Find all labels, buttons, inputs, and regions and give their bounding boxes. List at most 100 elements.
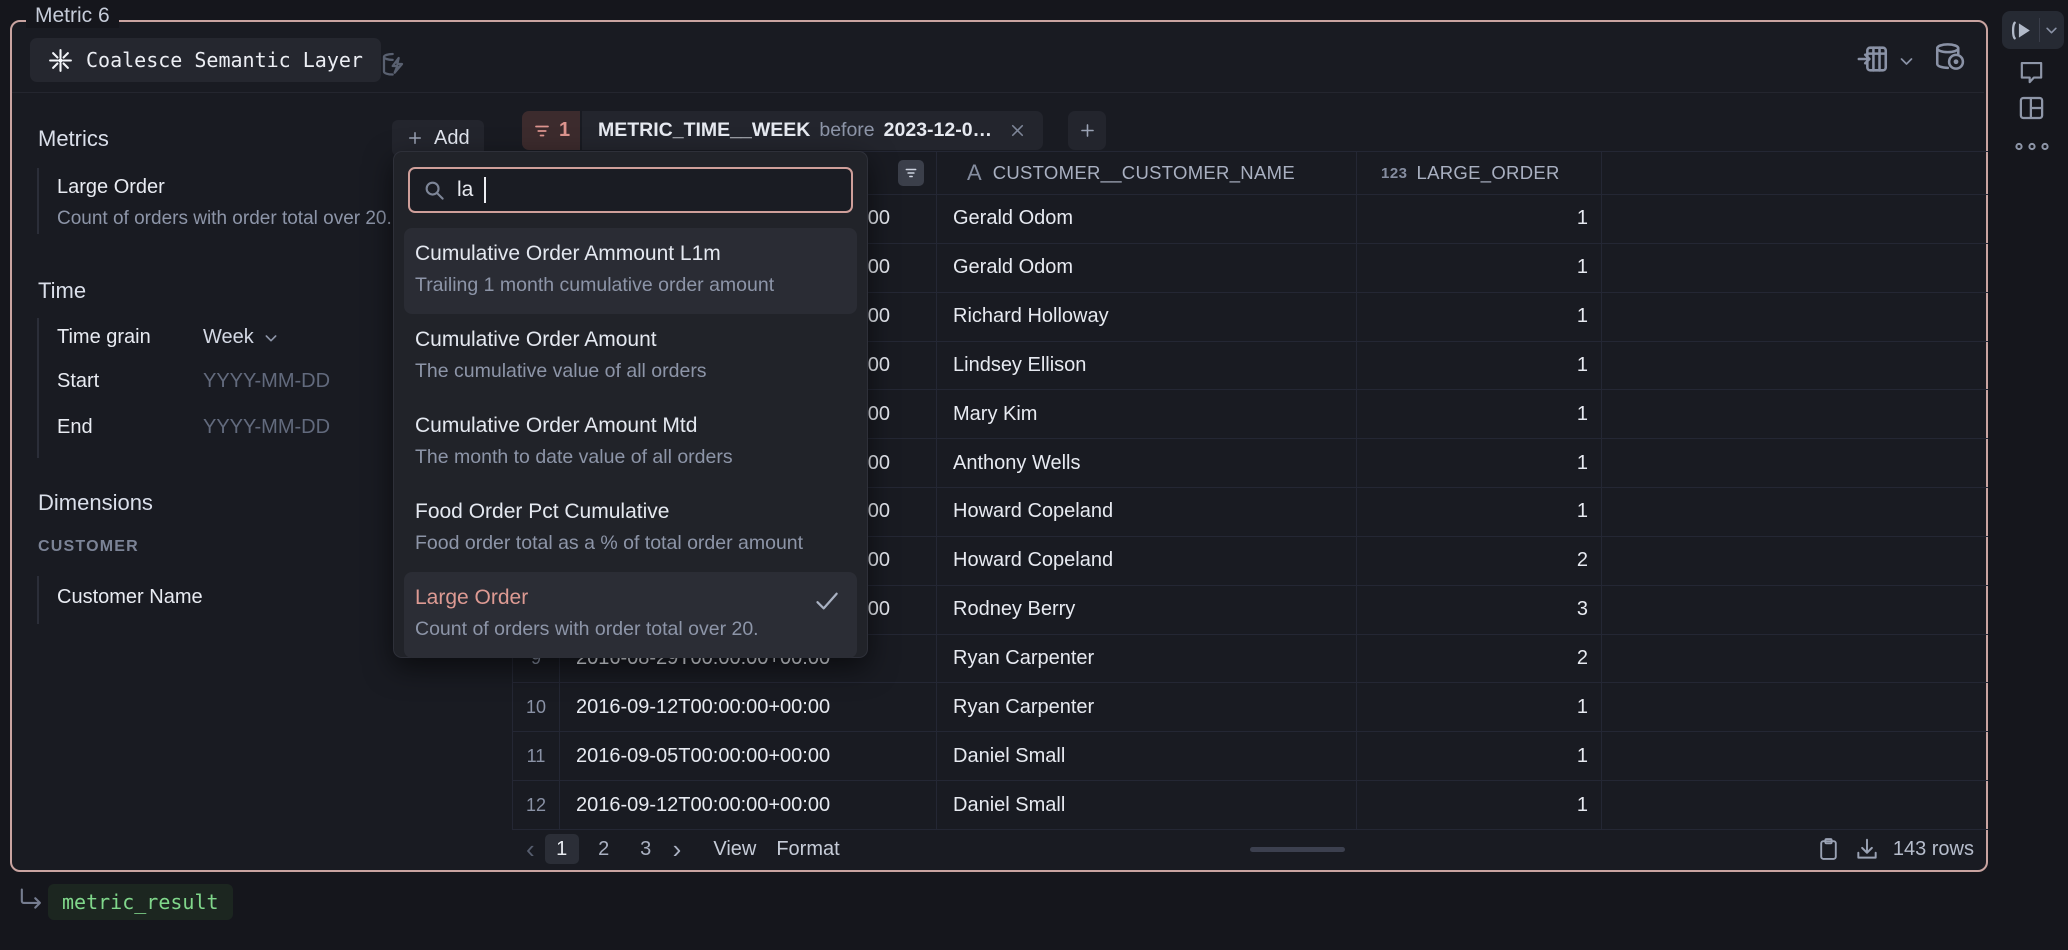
cell-large-order: 1	[1357, 781, 1602, 829]
cell-customer-name: Richard Holloway	[937, 293, 1357, 341]
dimension-item[interactable]: Customer Name	[57, 586, 203, 609]
dropdown-option-description: Count of orders with order total over 20…	[415, 616, 857, 642]
remove-filter-icon[interactable]	[1008, 121, 1027, 140]
dropdown-option-title: Cumulative Order Amount	[415, 327, 857, 353]
more-options-icon[interactable]	[2014, 140, 2050, 153]
filter-count-chip[interactable]: 1	[522, 111, 580, 150]
comment-icon[interactable]	[2016, 57, 2047, 86]
cell-empty	[1602, 439, 1988, 487]
cell-customer-name: Mary Kim	[937, 390, 1357, 438]
column-filter-icon[interactable]	[898, 160, 924, 186]
copy-icon[interactable]	[1816, 836, 1841, 863]
dropdown-option[interactable]: Cumulative Order Amount Mtd The month to …	[404, 400, 857, 486]
end-label: End	[57, 416, 93, 439]
output-arrow-icon	[16, 886, 44, 914]
dimensions-section-title: Dimensions	[38, 490, 153, 516]
format-button[interactable]: Format	[776, 838, 839, 861]
dropdown-option[interactable]: Cumulative Order Ammount L1mTrailing 1 m…	[404, 228, 857, 314]
row-count: 143 rows	[1893, 838, 1974, 861]
add-button-label: Add	[434, 127, 470, 150]
cell-large-order: 2	[1357, 537, 1602, 585]
cell-large-order: 1	[1357, 293, 1602, 341]
metric-item-name[interactable]: Large Order	[57, 176, 165, 199]
metrics-section-title: Metrics	[38, 126, 109, 152]
search-icon	[423, 179, 446, 202]
dropdown-option-title: Food Order Pct Cumulative	[415, 499, 857, 525]
cell-customer-name: Rodney Berry	[937, 586, 1357, 634]
cell-empty	[1602, 683, 1988, 731]
source-label: Coalesce Semantic Layer	[86, 48, 363, 72]
page-button[interactable]: 3	[629, 834, 663, 864]
cell-large-order: 1	[1357, 342, 1602, 390]
empty-column-header	[1602, 152, 1988, 194]
time-grain-value: Week	[203, 326, 254, 349]
dropdown-option-title: Cumulative Order Amount Mtd	[415, 413, 857, 439]
download-icon[interactable]	[1854, 836, 1880, 863]
dropdown-option-title: Cumulative Order Ammount L1m	[415, 241, 857, 267]
page-button[interactable]: 1	[545, 834, 579, 864]
cell-empty	[1602, 342, 1988, 390]
layout-icon[interactable]	[2016, 93, 2047, 123]
source-selector-chip[interactable]: Coalesce Semantic Layer	[30, 38, 381, 82]
next-page-icon[interactable]: ›	[667, 834, 688, 865]
run-icon	[2009, 18, 2034, 43]
metric-search-dropdown: la Cumulative Order Ammount L1mTrailing …	[393, 151, 868, 658]
dropdown-option-description: The cumulative value of all orders	[415, 358, 857, 384]
horizontal-scrollbar[interactable]	[1250, 847, 1345, 852]
large-order-column-label: LARGE_ORDER	[1417, 162, 1560, 184]
cell-large-order: 3	[1357, 586, 1602, 634]
number-type-icon: 123	[1381, 165, 1408, 182]
chevron-down-icon[interactable]	[1898, 53, 1915, 70]
plus-icon	[406, 129, 424, 147]
output-variable-name: metric_result	[62, 890, 219, 914]
metric-item-description: Count of orders with order total over 20…	[57, 208, 391, 230]
time-grain-select[interactable]: Week	[203, 326, 279, 349]
large-order-column-header[interactable]: 123 LARGE_ORDER	[1357, 152, 1602, 194]
cell-empty	[1602, 732, 1988, 780]
add-filter-button[interactable]	[1068, 111, 1106, 150]
send-to-table-icon[interactable]	[1856, 42, 1890, 76]
time-group-line	[37, 318, 39, 458]
dropdown-option-description: Food order total as a % of total order a…	[415, 530, 857, 556]
chevron-down-icon	[263, 330, 279, 346]
output-variable-chip[interactable]: metric_result	[48, 884, 233, 920]
filter-icon	[532, 122, 552, 140]
dropdown-option-description: The month to date value of all orders	[415, 444, 857, 470]
coalesce-snowflake-icon	[48, 48, 73, 73]
filter-operator: before	[819, 119, 874, 142]
text-cursor	[484, 177, 486, 203]
run-options-chevron-icon[interactable]	[2044, 23, 2059, 38]
time-section-title: Time	[38, 278, 86, 304]
cell-empty	[1602, 244, 1988, 292]
metric-search-input[interactable]: la	[408, 167, 853, 213]
view-button[interactable]: View	[713, 838, 756, 861]
dropdown-option[interactable]: Cumulative Order Amount The cumulative va…	[404, 314, 857, 400]
search-query: la	[457, 178, 473, 202]
source-edit-icon[interactable]	[378, 48, 410, 80]
prev-page-icon[interactable]: ‹	[520, 834, 541, 865]
dropdown-option[interactable]: Large OrderCount of orders with order to…	[404, 572, 857, 658]
preview-data-icon[interactable]	[1932, 40, 1968, 76]
run-divider	[2039, 18, 2040, 42]
cell-large-order: 1	[1357, 439, 1602, 487]
row-index: 12	[513, 781, 560, 829]
cell-empty	[1602, 488, 1988, 536]
dropdown-option[interactable]: Food Order Pct Cumulative Food order tota…	[404, 486, 857, 572]
cell-empty	[1602, 195, 1988, 243]
run-cell-button[interactable]	[2002, 11, 2064, 49]
customer-column-header[interactable]: A CUSTOMER__CUSTOMER_NAME	[937, 152, 1357, 194]
filter-field: METRIC_TIME__WEEK	[598, 119, 810, 142]
pagination: ‹ 123 ›	[520, 834, 687, 865]
filter-chip[interactable]: METRIC_TIME__WEEK before 2023-12-0…	[582, 111, 1043, 150]
cell-customer-name: Ryan Carpenter	[937, 635, 1357, 683]
cell-empty	[1602, 635, 1988, 683]
cell-large-order: 1	[1357, 683, 1602, 731]
cell-empty	[1602, 781, 1988, 829]
cell-large-order: 1	[1357, 195, 1602, 243]
dimension-group-label: CUSTOMER	[38, 538, 139, 556]
page-button[interactable]: 2	[587, 834, 621, 864]
time-grain-label: Time grain	[57, 326, 151, 349]
end-date-input[interactable]: YYYY-MM-DD	[203, 416, 330, 439]
start-date-input[interactable]: YYYY-MM-DD	[203, 370, 330, 393]
cell-empty	[1602, 586, 1988, 634]
